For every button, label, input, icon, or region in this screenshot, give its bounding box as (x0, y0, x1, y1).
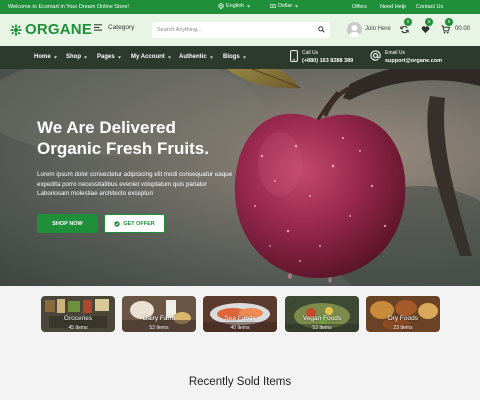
currency-select[interactable]: Dollar (270, 3, 299, 9)
nav-item-shop[interactable]: Shop (66, 54, 88, 60)
need-help-link[interactable]: Need Help (380, 4, 406, 10)
compare-count-badge: 0 (404, 18, 412, 26)
category-count: 45 Items (68, 325, 88, 331)
nav-item-home[interactable]: Home (34, 54, 58, 60)
hero-title: We Are Delivered Organic Fresh Fruits. (37, 118, 209, 158)
currency-label: Dollar (278, 3, 293, 9)
search-bar (152, 22, 330, 38)
language-label: English (226, 3, 245, 9)
email-us[interactable]: Email Us support@organe.com (370, 50, 442, 64)
heart-icon[interactable] (421, 25, 430, 34)
search-input[interactable] (152, 27, 312, 33)
category-count: 40 Items (230, 325, 250, 331)
search-icon[interactable] (318, 26, 325, 33)
category-card-vegan-foods[interactable]: Vegan Foods 53 Items (285, 296, 359, 332)
category-count: 53 Items (312, 325, 332, 331)
hero-description: Lorem ipsum dolor consectetur adipisicin… (37, 171, 233, 197)
avatar[interactable] (347, 22, 362, 37)
cart-count-badge: 0 (445, 18, 453, 26)
compare-icon[interactable] (400, 25, 409, 34)
wishlist-count-badge: 0 (425, 18, 433, 26)
logo[interactable]: ORGANE (9, 21, 92, 38)
chevron-down-icon (242, 56, 246, 58)
chevron-down-icon (53, 56, 57, 58)
main-nav: Home Shop Pages My Account Authentic Blo… (0, 46, 480, 69)
chevron-down-icon (117, 56, 121, 58)
category-card-dairy-farm[interactable]: Dairy Farm 53 Items (122, 296, 196, 332)
cart-icon[interactable] (441, 25, 450, 34)
shop-now-button[interactable]: SHOP NOW (37, 214, 98, 233)
menu-icon (94, 24, 102, 31)
cart-total: 00.00 (455, 26, 471, 32)
apple-hero-image (0, 54, 480, 286)
top-bar: Welcome to Ecomart in Your Dream Online … (0, 0, 480, 14)
nav-item-my-account[interactable]: My Account (131, 54, 172, 60)
chevron-down-icon (209, 56, 213, 58)
join-here-link[interactable]: Join Here (365, 26, 391, 32)
chevron-down-icon (247, 5, 251, 7)
chevron-down-icon (84, 56, 87, 58)
language-select[interactable]: English (218, 3, 251, 9)
header: ORGANE Category Join Here 0 0 0 00.00 (0, 14, 480, 46)
user-icon (349, 25, 360, 37)
category-count: 23 Items (393, 325, 413, 331)
money-icon (270, 4, 276, 8)
category-name: Groceries (63, 315, 93, 322)
offers-link[interactable]: Offers (352, 4, 367, 10)
email-us-label: Email Us (385, 50, 406, 56)
nav-item-blogs[interactable]: Blogs (223, 54, 247, 60)
chevron-down-icon (295, 5, 299, 7)
category-count: 53 Items (149, 325, 169, 331)
category-card-dry-foods[interactable]: Dry Foods 23 Items (366, 296, 440, 332)
category-name: Sea Foods (224, 315, 256, 322)
call-us[interactable]: Call Us (+880) 163 8288 389 (290, 50, 353, 64)
nav-item-pages[interactable]: Pages (97, 54, 122, 60)
chevron-down-icon (167, 56, 171, 58)
email-us-address: support@organe.com (385, 58, 443, 64)
at-icon (370, 50, 381, 61)
welcome-text: Welcome to Ecomart in Your Dream Online … (8, 4, 129, 10)
category-card-groceries[interactable]: Groceries 45 Items (41, 296, 115, 332)
category-name: Dry Foods (388, 315, 418, 322)
contact-us-link[interactable]: Contact Us (416, 4, 443, 10)
phone-icon (290, 50, 298, 62)
logo-text: ORGANE (25, 21, 93, 38)
call-us-number: (+880) 163 8288 389 (302, 58, 354, 64)
hero-banner: We Are Delivered Organic Fresh Fruits. L… (0, 46, 480, 286)
globe-icon (218, 3, 224, 9)
category-label: Category (108, 24, 135, 31)
get-offer-label: GET OFFER (123, 220, 155, 227)
leaf-logo-icon (9, 23, 23, 36)
category-menu-button[interactable]: Category (94, 24, 134, 31)
nav-item-authentic[interactable]: Authentic (179, 54, 214, 60)
category-card-sea-foods[interactable]: Sea Foods 40 Items (203, 296, 277, 332)
category-name: Dairy Farm (142, 315, 176, 322)
call-us-label: Call Us (302, 50, 319, 56)
get-offer-button[interactable]: GET OFFER (104, 214, 165, 233)
category-name: Vegan Foods (302, 315, 342, 322)
recently-sold-title: Recently Sold Items (188, 376, 292, 388)
tag-icon (114, 220, 120, 227)
